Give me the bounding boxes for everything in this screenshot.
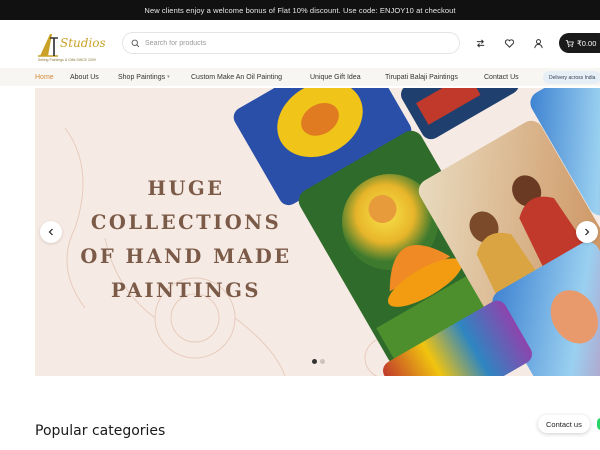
slider-dot[interactable] bbox=[312, 359, 317, 364]
nav-label: Custom Make An Oil Painting bbox=[191, 73, 283, 81]
hero-slider[interactable]: HUGE COLLECTIONS OF HAND MADE PAINTINGS bbox=[35, 88, 600, 376]
hero-line: OF HAND MADE bbox=[80, 245, 292, 268]
announcement-text: New clients enjoy a welcome bonus of Fla… bbox=[144, 5, 456, 15]
nav-label: Shop Paintings bbox=[118, 73, 166, 81]
search-icon bbox=[131, 39, 140, 47]
slider-dot[interactable] bbox=[320, 359, 325, 364]
account-button[interactable] bbox=[528, 33, 548, 53]
logo-tagline: Selling Paintings & Gifts SINCE 2009 bbox=[38, 58, 96, 62]
site-header: Studios Selling Paintings & Gifts SINCE … bbox=[0, 20, 600, 68]
heart-icon bbox=[504, 38, 514, 48]
search-input[interactable] bbox=[145, 39, 425, 47]
wishlist-button[interactable] bbox=[499, 33, 519, 53]
cart-icon bbox=[565, 39, 574, 47]
popular-categories-title: Popular categories bbox=[35, 423, 166, 439]
cart-button[interactable]: ₹0.00 bbox=[559, 33, 600, 53]
user-icon bbox=[533, 38, 543, 48]
nav-item-shop-paintings[interactable]: Shop Paintings ▾ bbox=[118, 68, 170, 86]
cart-amount: ₹0.00 bbox=[577, 38, 597, 48]
nav-item-contact[interactable]: Contact Us bbox=[484, 68, 519, 86]
nav-item-unique-gift[interactable]: Unique Gift Idea bbox=[310, 68, 361, 86]
slider-next-button[interactable] bbox=[576, 221, 598, 243]
nav-label: Unique Gift Idea bbox=[310, 73, 361, 81]
hero-headline: HUGE COLLECTIONS OF HAND MADE PAINTINGS bbox=[71, 172, 301, 308]
nav-item-about[interactable]: About Us bbox=[70, 68, 99, 86]
chevron-down-icon: ▾ bbox=[167, 74, 170, 80]
slider-dots bbox=[312, 359, 325, 364]
nav-item-home[interactable]: Home bbox=[35, 68, 54, 86]
nav-item-tirupati-balaji[interactable]: Tirupati Balaji Paintings bbox=[385, 68, 458, 86]
hero-line: HUGE bbox=[147, 177, 225, 200]
nav-item-custom-oil-painting[interactable]: Custom Make An Oil Painting bbox=[191, 68, 282, 86]
nav-label: Contact Us bbox=[484, 73, 519, 81]
search-bar[interactable] bbox=[122, 32, 460, 54]
chevron-right-icon bbox=[585, 228, 590, 236]
logo-wordmark: Studios bbox=[60, 36, 106, 50]
nav-label: About Us bbox=[70, 73, 99, 81]
nav-label: Tirupati Balaji Paintings bbox=[385, 73, 458, 81]
compare-icon bbox=[476, 38, 484, 48]
compare-button[interactable] bbox=[470, 33, 490, 53]
delivery-badge: Delivery across India bbox=[543, 71, 600, 84]
contact-us-button[interactable]: Contact us bbox=[538, 415, 590, 433]
main-nav: Home About Us Shop Paintings ▾ Custom Mak… bbox=[0, 68, 600, 86]
slider-prev-button[interactable] bbox=[40, 221, 62, 243]
announcement-bar: New clients enjoy a welcome bonus of Fla… bbox=[0, 0, 600, 20]
hero-line: COLLECTIONS bbox=[90, 211, 282, 234]
chevron-left-icon bbox=[48, 228, 53, 236]
site-logo[interactable]: Studios bbox=[36, 28, 116, 62]
contact-us-label: Contact us bbox=[546, 419, 582, 429]
nav-label: Home bbox=[35, 73, 54, 81]
hero-line: PAINTINGS bbox=[110, 279, 261, 302]
